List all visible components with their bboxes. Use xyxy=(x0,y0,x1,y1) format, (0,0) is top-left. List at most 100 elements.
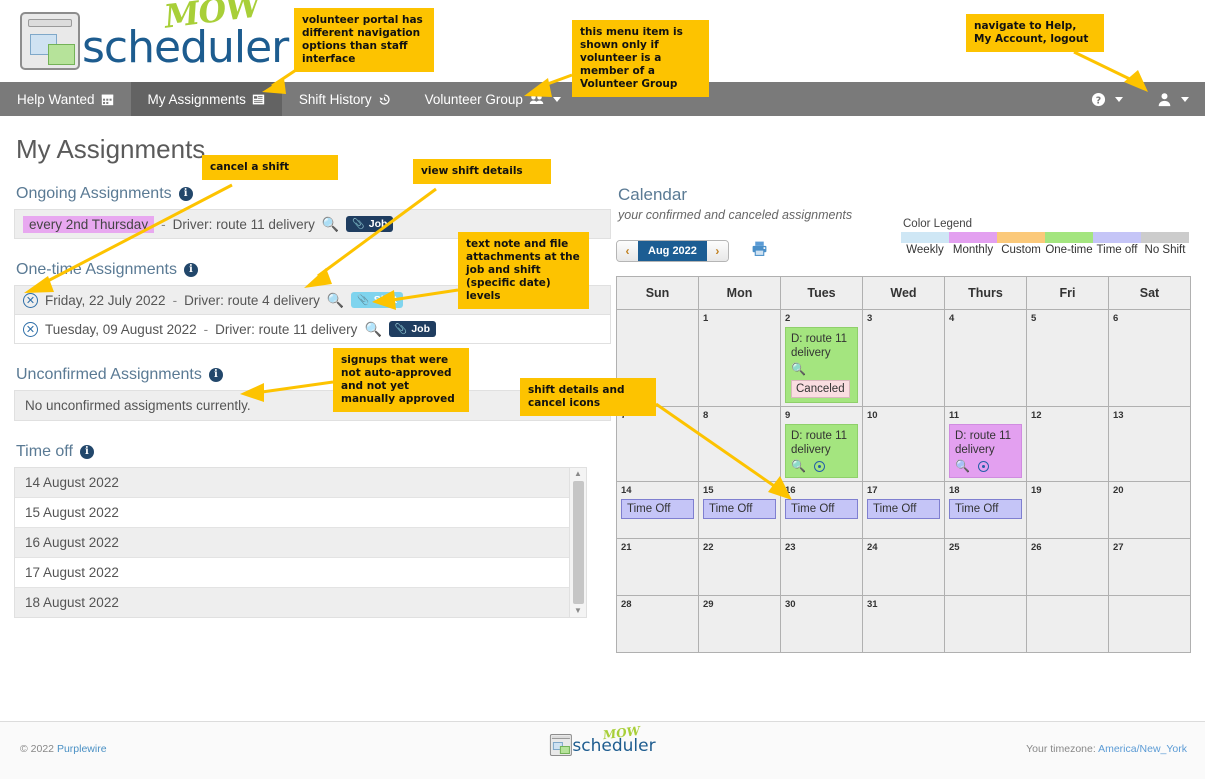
calendar-day-cell[interactable]: 20 xyxy=(1108,481,1191,539)
calendar-event[interactable]: D: route 11 delivery 🔍 xyxy=(949,424,1022,478)
scrollbar-thumb[interactable] xyxy=(572,481,584,604)
calendar-day-cell[interactable]: 29 xyxy=(698,595,781,653)
next-month-button[interactable]: › xyxy=(706,241,728,261)
legend-swatch xyxy=(1045,232,1093,243)
calendar-day-cell[interactable]: 2 D: route 11 delivery 🔍 Canceled xyxy=(780,309,863,407)
timeoff-label: Time off xyxy=(16,443,73,460)
timezone-link[interactable]: America/New_York xyxy=(1098,743,1187,755)
day-number: 21 xyxy=(621,542,632,553)
info-icon[interactable]: i xyxy=(208,368,223,382)
calendar-day-cell[interactable]: 21 xyxy=(616,538,699,596)
footer-logo: MOW scheduler xyxy=(549,724,656,756)
calendar-day-cell[interactable] xyxy=(944,595,1027,653)
nav-item-shift-history[interactable]: Shift History xyxy=(282,82,408,116)
calendar-event[interactable]: Time Off xyxy=(949,499,1022,519)
day-number: 31 xyxy=(867,599,878,610)
cancel-shift-icon[interactable]: ✕ xyxy=(23,292,38,308)
calendar-day-cell[interactable]: 16 Time Off xyxy=(780,481,863,539)
calendar-day-cell[interactable]: 23 xyxy=(780,538,863,596)
info-icon[interactable]: i xyxy=(79,445,94,459)
nav-item-my-assignments[interactable]: My Assignments xyxy=(130,82,282,116)
magnifier-icon[interactable]: 🔍 xyxy=(955,459,970,473)
calendar-day-cell[interactable]: 14 Time Off xyxy=(616,481,699,539)
shift-attachment-badge[interactable]: 📎 Shift xyxy=(351,292,404,308)
calendar-day-cell[interactable]: 22 xyxy=(698,538,781,596)
day-number: 25 xyxy=(949,542,960,553)
info-icon[interactable]: i xyxy=(178,187,193,201)
history-icon xyxy=(379,93,390,105)
calendar-day-cell[interactable]: 30 xyxy=(780,595,863,653)
app-logo: MOW scheduler xyxy=(20,0,289,70)
calendar-day-cell[interactable]: 10 xyxy=(862,406,945,482)
calendar-day-cell[interactable]: 18 Time Off xyxy=(944,481,1027,539)
calendar-event[interactable]: Time Off xyxy=(867,499,940,519)
nav-item-account-menu[interactable] xyxy=(1151,92,1195,107)
calendar-event[interactable]: Time Off xyxy=(785,499,858,519)
event-text: D: route 11 delivery xyxy=(791,333,848,359)
calendar-event[interactable]: D: route 11 delivery 🔍 Canceled xyxy=(785,327,858,403)
calendar-day-cell[interactable]: 11 D: route 11 delivery 🔍 xyxy=(944,406,1027,482)
status-badge: Canceled xyxy=(791,380,850,398)
calendar-day-cell[interactable]: 28 xyxy=(616,595,699,653)
calendar-event[interactable]: Time Off xyxy=(703,499,776,519)
scroll-down-icon[interactable]: ▼ xyxy=(574,607,582,615)
assignment-date: Friday, 22 July 2022 xyxy=(45,292,166,308)
legend-item-timeoff: Time off xyxy=(1093,232,1141,256)
current-month-label[interactable]: Aug 2022 xyxy=(638,241,707,261)
timeoff-list-container: 14 August 2022 15 August 2022 16 August … xyxy=(14,467,587,618)
calendar-day-cell[interactable]: 26 xyxy=(1026,538,1109,596)
nav-item-volunteer-group[interactable]: Volunteer Group xyxy=(408,82,578,116)
calendar-day-cell[interactable]: 1 xyxy=(698,309,781,407)
magnifier-icon[interactable]: 🔍 xyxy=(322,216,339,233)
calendar-day-cell[interactable]: 12 xyxy=(1026,406,1109,482)
calendar-day-cell[interactable]: 15 Time Off xyxy=(698,481,781,539)
calendar-day-cell[interactable]: 4 xyxy=(944,309,1027,407)
calendar-day-cell[interactable]: 25 xyxy=(944,538,1027,596)
chevron-down-icon xyxy=(1115,96,1123,102)
calendar-day-cell[interactable] xyxy=(1108,595,1191,653)
calendar-event[interactable]: Time Off xyxy=(621,499,694,519)
annotation-shift-details-cancel: shift details and cancel icons xyxy=(520,378,656,416)
navbar-right-group: ? xyxy=(1085,82,1195,116)
company-link[interactable]: Purplewire xyxy=(57,743,107,755)
magnifier-icon[interactable]: 🔍 xyxy=(327,292,344,309)
timeoff-scrollbar[interactable]: ▲ ▼ xyxy=(569,468,586,617)
nav-item-help-menu[interactable]: ? xyxy=(1085,92,1129,107)
nav-item-help-wanted[interactable]: Help Wanted xyxy=(0,82,131,116)
calendar-day-cell[interactable]: 17 Time Off xyxy=(862,481,945,539)
info-icon[interactable]: i xyxy=(183,263,198,277)
calendar-day-cell[interactable] xyxy=(1026,595,1109,653)
calendar-day-cell[interactable]: 5 xyxy=(1026,309,1109,407)
day-number: 20 xyxy=(1113,485,1124,496)
annotation-volunteer-group: this menu item is shown only if voluntee… xyxy=(572,20,709,97)
cancel-shift-icon[interactable] xyxy=(813,460,825,472)
calendar-day-cell[interactable]: 13 xyxy=(1108,406,1191,482)
calendar-day-cell[interactable]: 8 xyxy=(698,406,781,482)
magnifier-icon[interactable]: 🔍 xyxy=(791,459,806,473)
cancel-shift-icon[interactable]: ✕ xyxy=(23,321,38,337)
scroll-up-icon[interactable]: ▲ xyxy=(574,470,582,478)
day-number: 28 xyxy=(621,599,632,610)
calendar-day-cell[interactable]: 7 xyxy=(616,406,699,482)
nav-label-help-wanted: Help Wanted xyxy=(17,91,95,107)
printer-icon[interactable] xyxy=(751,240,768,262)
day-number: 19 xyxy=(1031,485,1042,496)
calendar-day-cell[interactable]: 24 xyxy=(862,538,945,596)
job-attachment-badge[interactable]: 📎 Job xyxy=(346,216,394,232)
calendar-day-cell[interactable]: 31 xyxy=(862,595,945,653)
calendar-table: Sun Mon Tues Wed Thurs Fri Sat 1 2 D: ro… xyxy=(616,276,1191,653)
calendar-day-cell[interactable]: 9 D: route 11 delivery 🔍 xyxy=(780,406,863,482)
magnifier-icon[interactable]: 🔍 xyxy=(364,321,381,338)
calendar-day-cell[interactable]: 6 xyxy=(1108,309,1191,407)
calendar-event[interactable]: D: route 11 delivery 🔍 xyxy=(785,424,858,478)
calendar-day-cell[interactable]: 19 xyxy=(1026,481,1109,539)
magnifier-icon[interactable]: 🔍 xyxy=(791,362,806,376)
job-attachment-badge[interactable]: 📎 Job xyxy=(388,321,436,337)
day-number: 22 xyxy=(703,542,714,553)
cancel-shift-icon[interactable] xyxy=(977,460,989,472)
calendar-day-cell[interactable]: 27 xyxy=(1108,538,1191,596)
prev-month-button[interactable]: ‹ xyxy=(617,241,638,261)
calendar-day-cell[interactable]: 3 xyxy=(862,309,945,407)
legend-swatch xyxy=(1093,232,1141,243)
month-navigator: ‹ Aug 2022 › xyxy=(616,240,729,262)
